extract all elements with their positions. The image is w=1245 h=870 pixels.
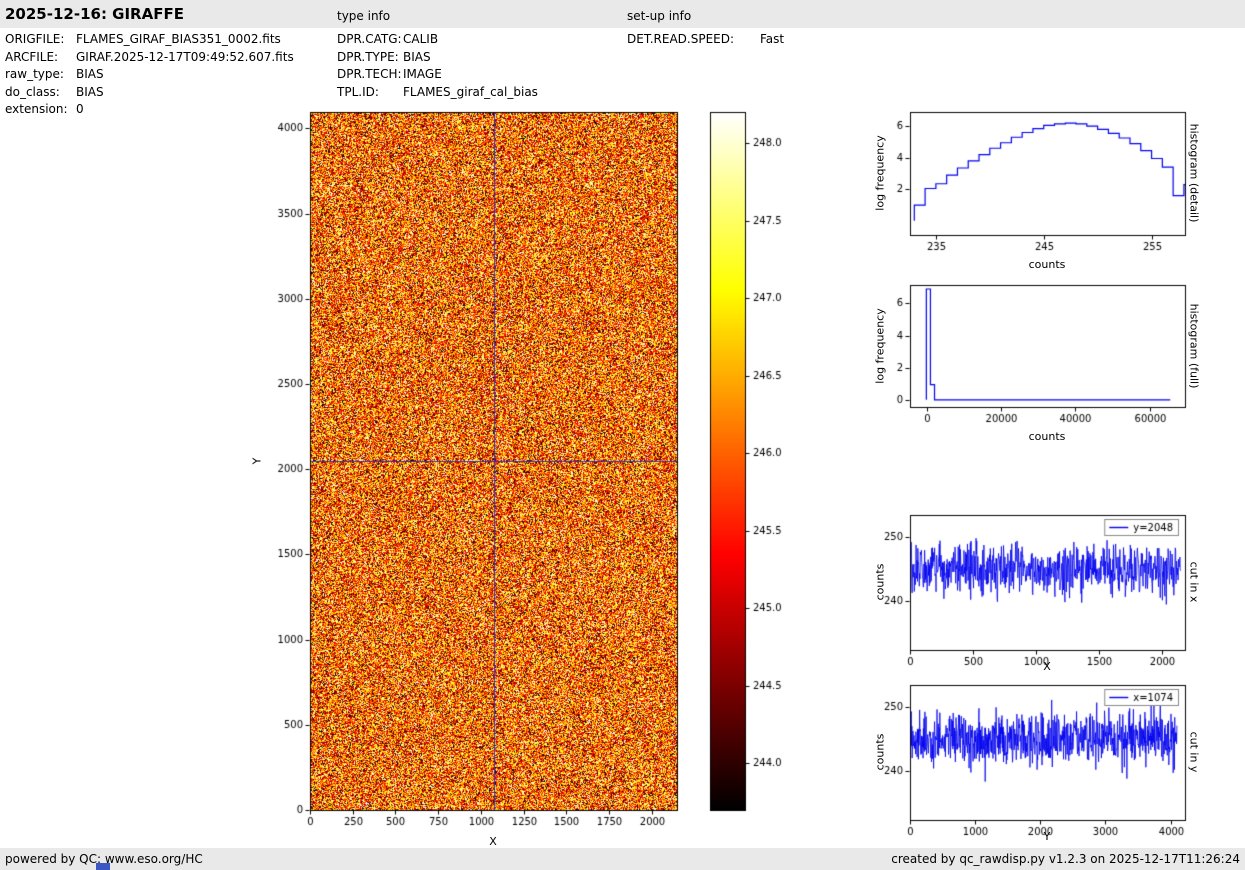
setup-info-section-label: set-up info [627,9,692,23]
dpr-type-value: BIAS [403,49,431,64]
origfile-value: FLAMES_GIRAF_BIAS351_0002.fits [76,32,281,46]
arcfile-label: ARCFILE: [5,49,59,64]
dpr-catg-label: DPR.CATG: [337,32,402,46]
hist-detail-side-label: histogram (detail) [1187,123,1201,223]
hist-full-x-axis-label: counts [1028,430,1066,443]
meta-row-arcfile: ARCFILE: GIRAF.2025-12-17T09:49:52.607.fi… [5,49,294,67]
histogram-full-plot [865,273,1210,441]
histogram-detail-plot [865,100,1210,268]
cut-in-y-plot [865,673,1210,845]
footer-link-marker [96,863,110,870]
tpl-id-value: FLAMES_giraf_cal_bias [403,84,538,99]
footer-created-by: created by qc_rawdisp.py v1.2.3 on 2025-… [891,852,1240,866]
doclass-label: do_class: [5,84,60,99]
type-info-section-label: type info [337,9,391,23]
image-x-axis-label: X [489,835,497,848]
rawtype-label: raw_type: [5,67,64,81]
read-speed-label: DET.READ.SPEED: [627,32,735,46]
meta-row-dpr-catg: DPR.CATG:CALIB [337,31,538,49]
origfile-label: ORIGFILE: [5,32,65,46]
cut-x-x-axis-label: X [1043,660,1051,673]
meta-row-doclass: do_class: BIAS [5,84,294,102]
type-info-block: DPR.CATG:CALIB DPR.TYPE: BIAS DPR.TECH:IM… [337,31,538,101]
dpr-type-label: DPR.TYPE: [337,49,399,64]
cut-x-y-axis-label: counts [873,563,887,601]
header-bar [0,0,1245,28]
footer-bar: powered by QC: www.eso.org/HC created by… [0,848,1245,870]
cut-y-x-axis-label: Y [1043,830,1051,843]
doclass-value: BIAS [76,84,104,99]
hist-full-y-axis-label: log frequency [873,308,887,384]
cut-x-side-label: cut in x [1187,561,1201,603]
read-speed-value: Fast [760,32,785,46]
meta-row-rawtype: raw_type: BIAS [5,66,294,84]
tpl-id-label: TPL.ID: [337,84,379,99]
cut-y-side-label: cut in y [1187,731,1201,773]
extension-label: extension: [5,102,68,116]
rawtype-value: BIAS [76,67,104,81]
dpr-tech-label: DPR.TECH: [337,67,402,81]
meta-row-tpl-id: TPL.ID: FLAMES_giraf_cal_bias [337,84,538,102]
hist-detail-x-axis-label: counts [1028,258,1066,271]
meta-row-read-speed: DET.READ.SPEED: Fast [627,31,784,49]
page-title: 2025-12-16: GIRAFFE [5,5,184,23]
dpr-catg-value: CALIB [403,32,439,46]
extension-value: 0 [76,102,84,116]
cut-y-y-axis-label: counts [873,733,887,771]
setup-info-block: DET.READ.SPEED: Fast [627,31,784,49]
colorbar [700,100,810,845]
meta-row-origfile: ORIGFILE: FLAMES_GIRAF_BIAS351_0002.fits [5,31,294,49]
cut-in-x-plot [865,503,1210,675]
meta-row-dpr-type: DPR.TYPE: BIAS [337,49,538,67]
meta-row-dpr-tech: DPR.TECH:IMAGE [337,66,538,84]
hist-detail-y-axis-label: log frequency [873,135,887,211]
image-y-axis-label: Y [250,457,264,465]
bias-image-plot [235,100,695,845]
arcfile-value: GIRAF.2025-12-17T09:49:52.607.fits [76,49,294,64]
hist-full-side-label: histogram (full) [1187,303,1201,389]
dpr-tech-value: IMAGE [403,67,442,81]
